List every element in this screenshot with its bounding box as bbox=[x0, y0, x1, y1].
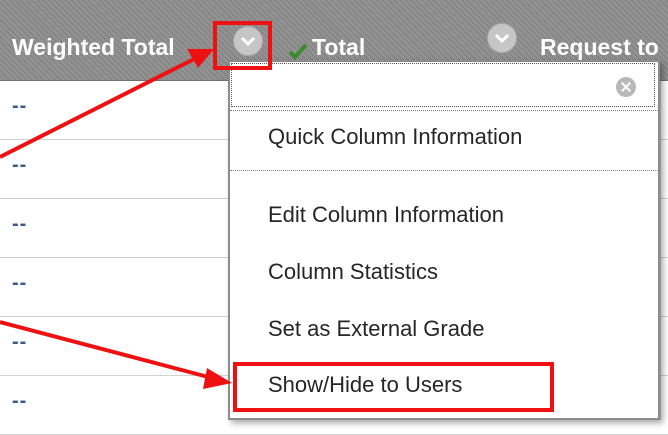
annotation-arrow-lower bbox=[0, 320, 213, 380]
arrow-head-icon bbox=[203, 368, 232, 389]
annotation-arrow-upper bbox=[0, 55, 199, 159]
annotation-arrows bbox=[0, 49, 232, 389]
